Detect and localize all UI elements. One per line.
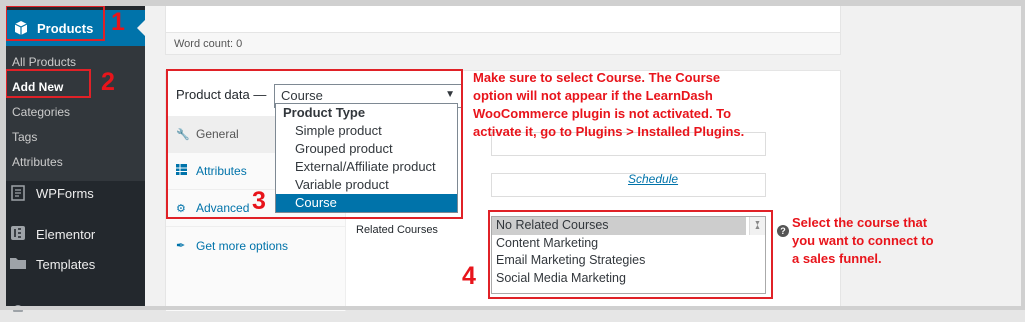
menu-templates-label: Templates (36, 256, 96, 272)
menu-elementor-label: Elementor (36, 226, 96, 242)
submenu-tags[interactable]: Tags (5, 125, 145, 150)
annotation-note-course: Make sure to select Course. The Course o… (473, 69, 744, 141)
submenu-categories[interactable]: Categories (5, 100, 145, 125)
step-number-1: 1 (111, 8, 125, 36)
related-courses-label: Related Courses (356, 224, 438, 236)
word-count: Word count: 0 (166, 32, 840, 54)
partial-menu-icon (10, 299, 26, 315)
editor-box: Word count: 0 (165, 5, 841, 55)
menu-wpforms-label: WPForms (36, 185, 94, 201)
menu-wpforms[interactable]: WPForms (5, 178, 145, 208)
menu-templates[interactable]: Templates (5, 249, 145, 279)
note-line: WooCommerce plugin is not activated. To (473, 106, 732, 121)
current-menu-arrow (137, 20, 145, 36)
menu-partial-item[interactable] (5, 292, 145, 322)
highlight-add-new (5, 69, 91, 98)
form-icon (10, 185, 26, 201)
note-line: Select the course that (792, 215, 928, 230)
elementor-icon (10, 226, 26, 242)
note-line: option will not appear if the LearnDash (473, 88, 713, 103)
step-number-4: 4 (462, 262, 476, 290)
admin-sidebar: Products All Products Add New Categories… (5, 5, 145, 315)
help-icon[interactable]: ? (777, 225, 789, 237)
note-line: Make sure to select Course. The Course (473, 70, 721, 85)
schedule-link[interactable]: Schedule (628, 172, 678, 186)
products-submenu: All Products Add New Categories Tags Att… (5, 46, 145, 181)
highlight-products (5, 5, 105, 41)
note-line: activate it, go to Plugins > Installed P… (473, 124, 745, 139)
submenu-attributes[interactable]: Attributes (5, 150, 145, 175)
highlight-product-data (166, 69, 463, 219)
tab-get-more-options[interactable]: ✒ Get more options (166, 227, 345, 264)
note-line: you want to connect to (792, 233, 934, 248)
highlight-related-courses (488, 210, 773, 299)
step-number-2: 2 (101, 68, 115, 96)
note-line: a sales funnel. (792, 251, 882, 266)
menu-elementor[interactable]: Elementor (5, 219, 145, 249)
tab-get-more-options-label: Get more options (196, 238, 289, 253)
folder-icon (10, 256, 26, 272)
annotation-note-funnel: Select the course that you want to conne… (792, 214, 934, 268)
plugin-icon: ✒ (176, 240, 186, 252)
